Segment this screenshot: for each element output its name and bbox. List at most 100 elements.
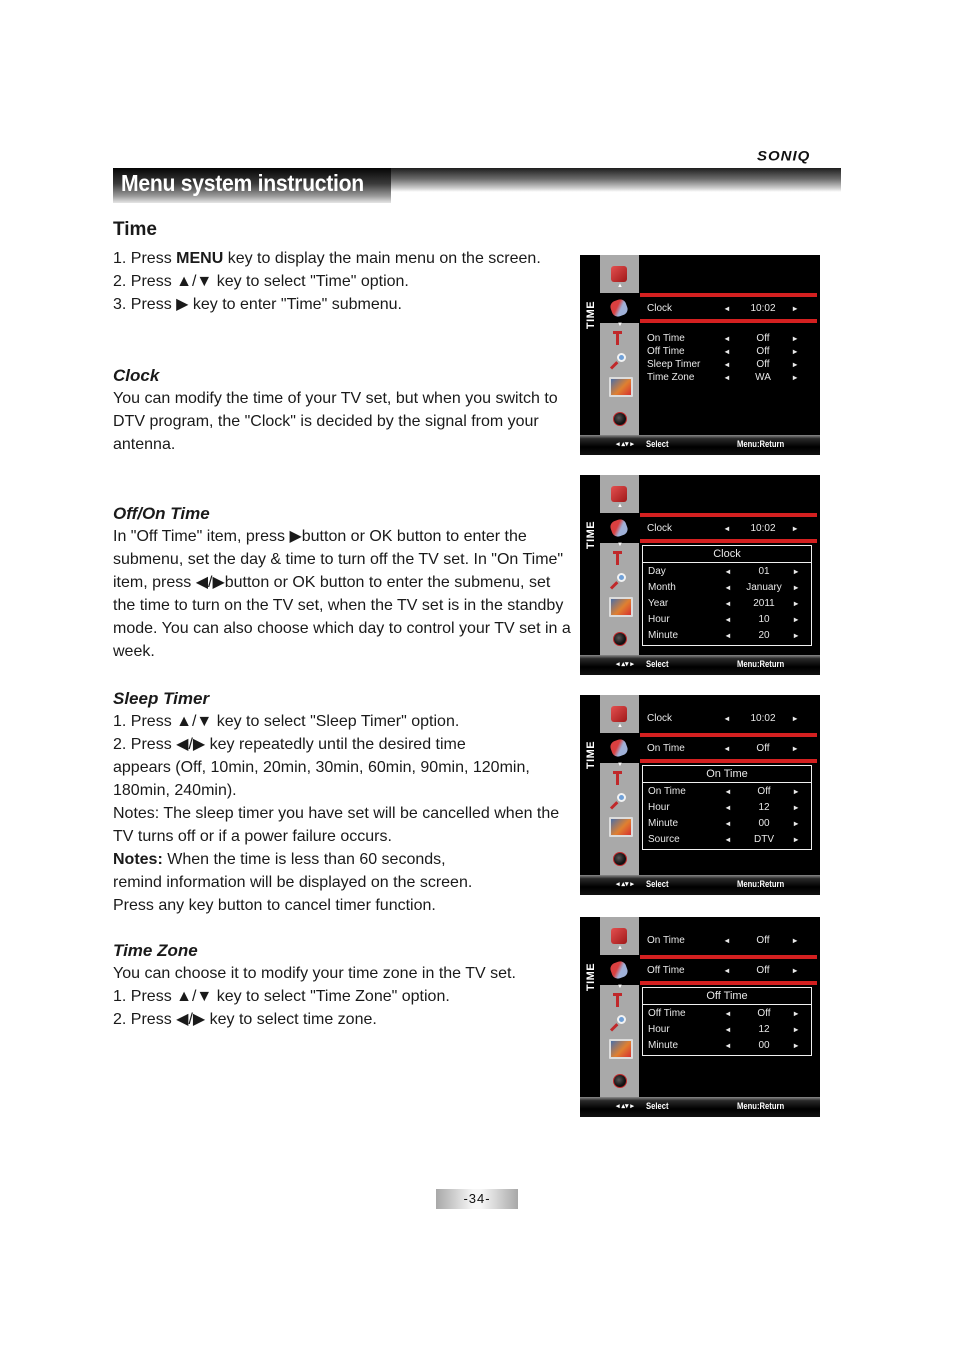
setup-tools-icon[interactable] (611, 770, 627, 786)
menu-row[interactable]: Sleep Timer ◂ Off ▸ (647, 358, 807, 371)
left-arrow-icon[interactable]: ◂ (726, 629, 730, 642)
submenu-row[interactable]: Day ◂ 01 ▸ (648, 565, 808, 578)
lock-icon[interactable] (613, 412, 627, 426)
submenu-row[interactable]: Year ◂ 2011 ▸ (648, 597, 808, 610)
picture-icon[interactable] (611, 928, 627, 944)
lock-icon[interactable] (613, 632, 627, 646)
lock-icon[interactable] (613, 852, 627, 866)
submenu-row[interactable]: Minute ◂ 00 ▸ (648, 817, 808, 830)
left-arrow-icon[interactable]: ◂ (725, 358, 729, 371)
left-arrow-icon[interactable]: ◂ (726, 1007, 730, 1020)
menu-row[interactable]: Off Time ◂ Off ▸ (647, 345, 807, 358)
submenu-row[interactable]: Source ◂ DTV ▸ (648, 833, 808, 846)
up-arrow-icon: ▲ (617, 503, 623, 509)
submenu-row[interactable]: Hour ◂ 12 ▸ (648, 1023, 808, 1036)
left-arrow-icon[interactable]: ◂ (726, 801, 730, 814)
right-arrow-icon[interactable]: ▸ (793, 332, 797, 345)
picture-icon[interactable] (611, 706, 627, 722)
right-arrow-icon[interactable]: ▸ (793, 964, 797, 977)
search-icon[interactable] (611, 793, 627, 809)
right-arrow-icon[interactable]: ▸ (793, 345, 797, 358)
row-label: Clock (647, 303, 673, 314)
up-arrow-icon: ▲ (617, 723, 623, 729)
row-label: Off Time (647, 965, 685, 976)
right-arrow-icon[interactable]: ▸ (793, 934, 797, 947)
submenu-row[interactable]: Minute ◂ 20 ▸ (648, 629, 808, 642)
picture-icon[interactable] (611, 486, 627, 502)
right-arrow-icon[interactable]: ▸ (794, 597, 798, 610)
left-arrow-icon[interactable]: ◂ (725, 332, 729, 345)
lock-icon[interactable] (613, 1074, 627, 1088)
submenu-row[interactable]: Off Time ◂ Off ▸ (648, 1007, 808, 1020)
right-arrow-icon[interactable]: ▸ (794, 613, 798, 626)
right-arrow-icon[interactable]: ▸ (794, 1023, 798, 1036)
submenu-row[interactable]: Hour ◂ 10 ▸ (648, 613, 808, 626)
left-arrow-icon[interactable]: ◂ (726, 833, 730, 846)
side-label: TIME (582, 957, 600, 997)
right-arrow-icon[interactable]: ▸ (793, 742, 797, 755)
row-label: Month (648, 582, 676, 593)
setup-tools-icon[interactable] (611, 550, 627, 566)
right-arrow-icon[interactable]: ▸ (793, 302, 797, 315)
right-arrow-icon[interactable]: ▸ (794, 785, 798, 798)
screen-icon[interactable] (609, 817, 633, 837)
nav-arrows-icon: ◂ ▴▾ ▸ (616, 881, 634, 888)
left-arrow-icon[interactable]: ◂ (726, 1039, 730, 1052)
left-arrow-icon[interactable]: ◂ (725, 742, 729, 755)
right-arrow-icon[interactable]: ▸ (794, 581, 798, 594)
right-arrow-icon[interactable]: ▸ (794, 1007, 798, 1020)
right-arrow-icon[interactable]: ▸ (794, 801, 798, 814)
menu-row[interactable]: Off Time ◂ Off ▸ (647, 964, 807, 977)
search-icon[interactable] (611, 573, 627, 589)
submenu-row[interactable]: Minute ◂ 00 ▸ (648, 1039, 808, 1052)
row-value: January (746, 582, 782, 593)
left-arrow-icon[interactable]: ◂ (725, 522, 729, 535)
left-arrow-icon[interactable]: ◂ (725, 345, 729, 358)
menu-row[interactable]: Clock ◂ 10:02 ▸ (647, 712, 807, 725)
submenu-row[interactable]: Month ◂ January ▸ (648, 581, 808, 594)
left-arrow-icon[interactable]: ◂ (725, 964, 729, 977)
menu-row[interactable]: Time Zone ◂ WA ▸ (647, 371, 807, 384)
right-arrow-icon[interactable]: ▸ (793, 712, 797, 725)
left-arrow-icon[interactable]: ◂ (726, 785, 730, 798)
search-icon[interactable] (611, 1015, 627, 1031)
right-arrow-icon[interactable]: ▸ (794, 565, 798, 578)
right-arrow-icon[interactable]: ▸ (793, 358, 797, 371)
left-arrow-icon[interactable]: ◂ (725, 712, 729, 725)
picture-icon[interactable] (611, 266, 627, 282)
menu-row[interactable]: On Time ◂ Off ▸ (647, 332, 807, 345)
right-arrow-icon[interactable]: ▸ (794, 817, 798, 830)
menu-row[interactable]: On Time ◂ Off ▸ (647, 934, 807, 947)
right-arrow-icon[interactable]: ▸ (794, 629, 798, 642)
left-arrow-icon[interactable]: ◂ (725, 371, 729, 384)
setup-tools-icon[interactable] (611, 992, 627, 1008)
menu-row[interactable]: Clock ◂ 10:02 ▸ (647, 302, 807, 315)
screen-icon[interactable] (609, 597, 633, 617)
left-arrow-icon[interactable]: ◂ (726, 565, 730, 578)
left-arrow-icon[interactable]: ◂ (725, 302, 729, 315)
left-arrow-icon[interactable]: ◂ (726, 597, 730, 610)
osd-on-time-submenu: TIME ▲ ▼ On Time ◂ Off ▸ Clock ◂ 10:02 ▸ On Time On … (580, 695, 820, 895)
submenu-title: Off Time (643, 988, 811, 1005)
search-icon[interactable] (611, 353, 627, 369)
left-arrow-icon[interactable]: ◂ (726, 613, 730, 626)
step-text: 1. Press (113, 250, 177, 267)
menu-row[interactable]: On Time ◂ Off ▸ (647, 742, 807, 755)
left-arrow-icon[interactable]: ◂ (726, 1023, 730, 1036)
screen-icon[interactable] (609, 377, 633, 397)
left-arrow-icon[interactable]: ◂ (726, 581, 730, 594)
row-label: Hour (648, 802, 670, 813)
row-label: Hour (648, 1024, 670, 1035)
right-arrow-icon[interactable]: ▸ (794, 833, 798, 846)
right-arrow-icon[interactable]: ▸ (793, 371, 797, 384)
submenu-row[interactable]: On Time ◂ Off ▸ (648, 785, 808, 798)
submenu-row[interactable]: Hour ◂ 12 ▸ (648, 801, 808, 814)
left-arrow-icon[interactable]: ◂ (726, 817, 730, 830)
row-value: 10:02 (750, 303, 776, 314)
screen-icon[interactable] (609, 1039, 633, 1059)
right-arrow-icon[interactable]: ▸ (794, 1039, 798, 1052)
menu-row[interactable]: Clock ◂ 10:02 ▸ (647, 522, 807, 535)
left-arrow-icon[interactable]: ◂ (725, 934, 729, 947)
right-arrow-icon[interactable]: ▸ (793, 522, 797, 535)
setup-tools-icon[interactable] (611, 330, 627, 346)
